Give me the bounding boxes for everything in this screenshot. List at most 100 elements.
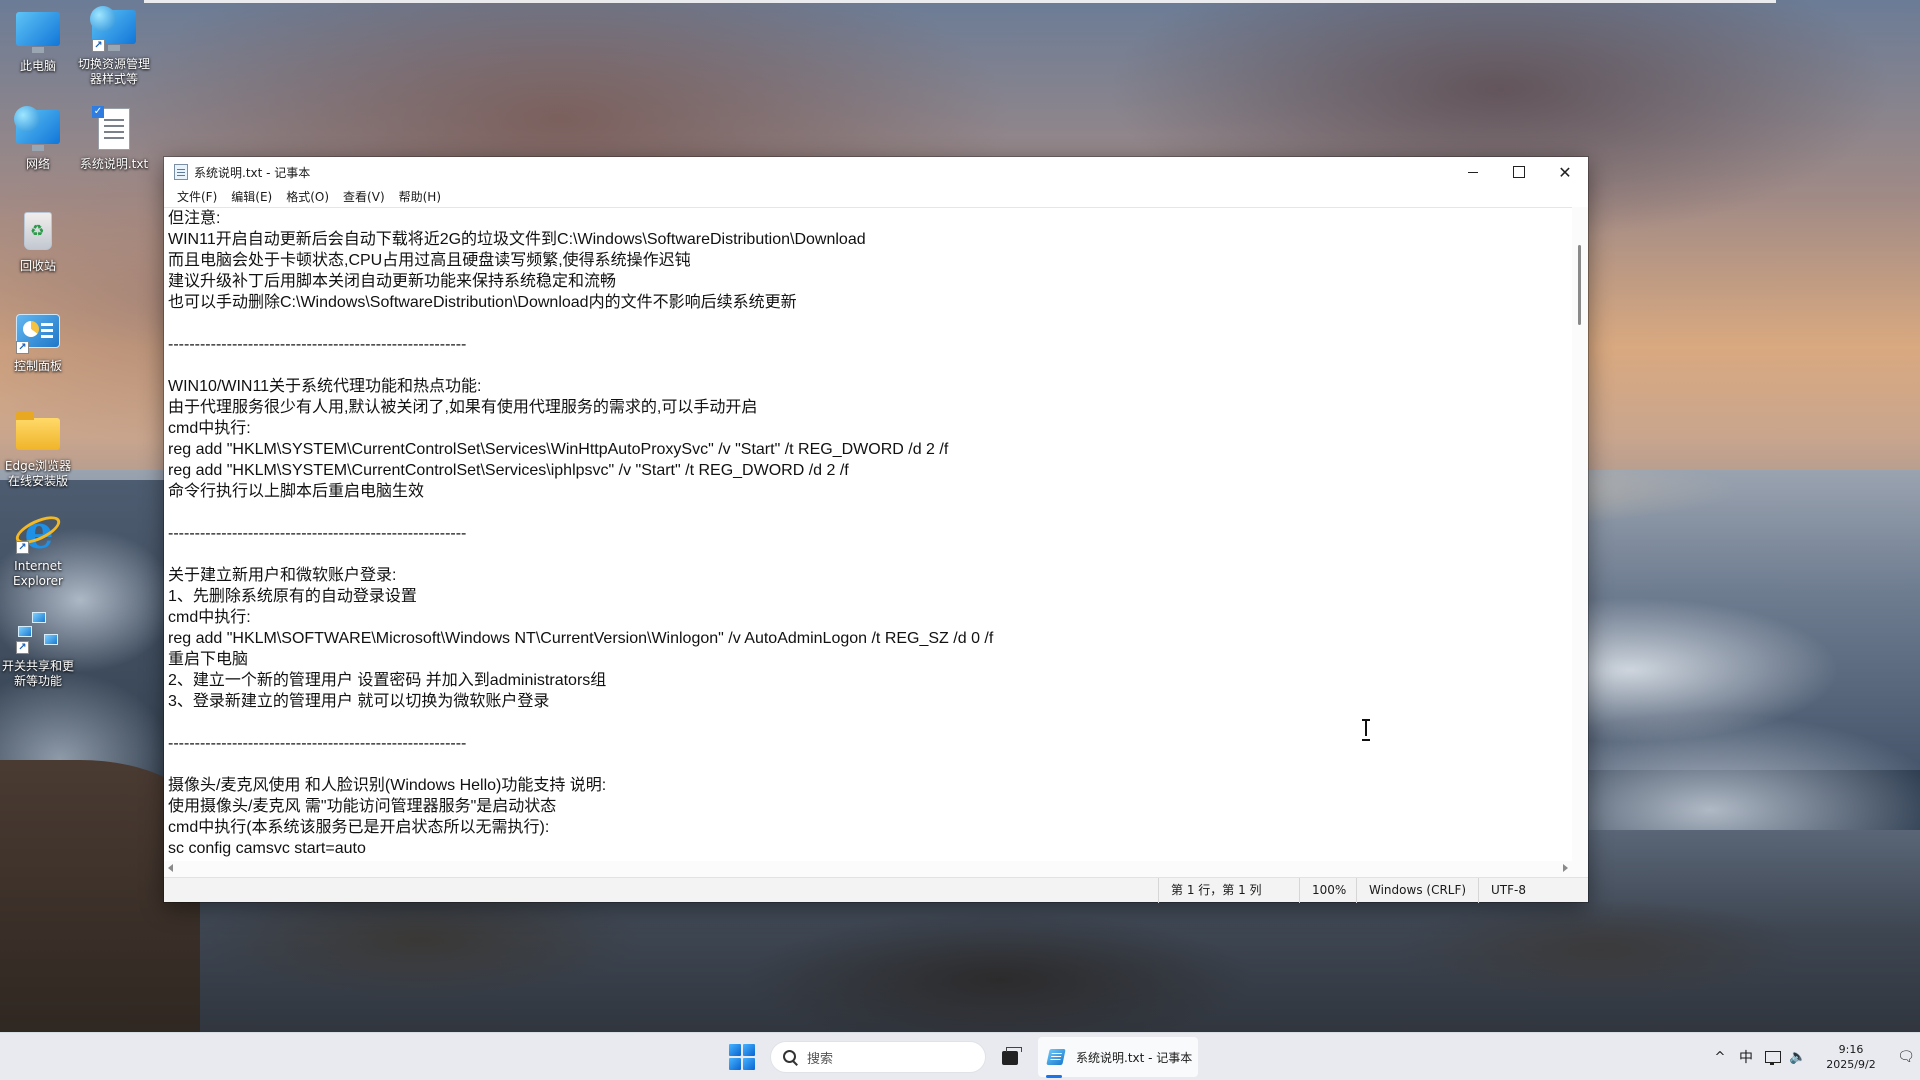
notepad-taskbar-icon bbox=[1046, 1047, 1068, 1067]
editor-line: 关于建立新用户和微软账户登录: bbox=[168, 567, 397, 584]
windows-logo-icon bbox=[729, 1044, 741, 1056]
desktop-icon-label: Internet Explorer bbox=[13, 559, 63, 588]
desktop-icon-label: 开关共享和更新等功能 bbox=[1, 659, 74, 688]
editor-line: 使用摄像头/麦克风 需"功能访问管理器服务"是启动状态 bbox=[168, 798, 557, 815]
title-bar[interactable]: 系统说明.txt - 记事本 ✕ bbox=[164, 157, 1588, 187]
vertical-scrollbar-thumb[interactable] bbox=[1578, 245, 1581, 325]
editor-line: ----------------------------------------… bbox=[168, 336, 467, 353]
clock-date: 2025/9/2 bbox=[1826, 1058, 1876, 1071]
editor-line: 1、先删除系统原有的自动登录设置 bbox=[168, 588, 417, 605]
this-pc-icon bbox=[14, 8, 62, 56]
menu-edit[interactable]: 编辑(E) bbox=[224, 187, 279, 207]
internet-explorer-icon: e ↗ bbox=[12, 508, 64, 556]
horizontal-scrollbar[interactable] bbox=[164, 861, 1572, 877]
status-bar: 第 1 行，第 1 列 100% Windows (CRLF) UTF-8 bbox=[164, 877, 1588, 903]
clock[interactable]: 9:16 2025/9/2 bbox=[1810, 1042, 1892, 1072]
start-button[interactable] bbox=[728, 1043, 756, 1071]
menu-view[interactable]: 查看(V) bbox=[336, 187, 392, 207]
status-cursor-position: 第 1 行，第 1 列 bbox=[1158, 877, 1299, 903]
editor-line: sc config camsvc start=auto bbox=[168, 840, 366, 857]
input-method-indicator[interactable]: 中 bbox=[1732, 1047, 1760, 1067]
editor-line: 也可以手动删除C:\Windows\SoftwareDistribution\D… bbox=[168, 294, 797, 311]
editor-line: 2、建立一个新的管理用户 设置密码 并加入到administrators组 bbox=[168, 672, 607, 689]
desktop-icon-label: 此电脑 bbox=[19, 59, 56, 73]
taskbar-app-notepad[interactable]: 系统说明.txt - 记事本 bbox=[1038, 1037, 1198, 1077]
network-share-icon: ↗ bbox=[14, 608, 62, 656]
menu-bar: 文件(F) 编辑(E) 格式(O) 查看(V) 帮助(H) bbox=[164, 187, 1588, 207]
text-editor-area[interactable]: 但注意: WIN11开启自动更新后会自动下载将近2G的垃圾文件到C:\Window… bbox=[164, 207, 1572, 861]
minimize-button[interactable] bbox=[1450, 157, 1496, 187]
search-icon bbox=[783, 1050, 797, 1064]
editor-content[interactable]: 但注意: WIN11开启自动更新后会自动下载将近2G的垃圾文件到C:\Window… bbox=[164, 208, 1572, 859]
notification-icon[interactable]: 🗨 bbox=[1892, 1049, 1920, 1065]
desktop-icon-label: 网络 bbox=[25, 157, 50, 171]
status-zoom: 100% bbox=[1299, 877, 1356, 903]
status-line-ending: Windows (CRLF) bbox=[1356, 877, 1478, 903]
status-encoding: UTF-8 bbox=[1478, 877, 1588, 903]
menu-help[interactable]: 帮助(H) bbox=[392, 187, 448, 207]
desktop-icon-label: 控制面板 bbox=[13, 359, 62, 373]
notepad-app-icon[interactable] bbox=[174, 164, 188, 180]
scrollbar-corner bbox=[1572, 861, 1588, 877]
menu-file[interactable]: 文件(F) bbox=[170, 187, 224, 207]
editor-line: reg add "HKLM\SYSTEM\CurrentControlSet\S… bbox=[168, 441, 949, 458]
desktop-icon-internet-explorer[interactable]: e ↗ Internet Explorer bbox=[0, 508, 78, 589]
notepad-window: 系统说明.txt - 记事本 ✕ 文件(F) 编辑(E) 格式(O) 查看(V)… bbox=[164, 157, 1588, 903]
editor-line: 命令行执行以上脚本后重启电脑生效 bbox=[168, 483, 425, 500]
menu-format[interactable]: 格式(O) bbox=[279, 187, 336, 207]
desktop-icon-network-share[interactable]: ↗ 开关共享和更新等功能 bbox=[0, 608, 78, 689]
text-file-icon: ✓ bbox=[90, 106, 138, 154]
desktop-icon-label: Edge浏览器在线安装版 bbox=[4, 459, 72, 488]
desktop-icon-explorer-switch[interactable]: ↗ 切换资源管理器样式等 bbox=[74, 6, 154, 87]
wallpaper-top-edge bbox=[144, 0, 1776, 3]
scroll-right-arrow-icon[interactable] bbox=[1563, 864, 1568, 872]
caption-buttons: ✕ bbox=[1450, 157, 1588, 187]
text-cursor-icon bbox=[1362, 719, 1370, 741]
editor-line: 由于代理服务很少有人用,默认被关闭了,如果有使用代理服务的需求的,可以手动开启 bbox=[168, 399, 758, 416]
editor-line: 摄像头/麦克风使用 和人脸识别(Windows Hello)功能支持 说明: bbox=[168, 777, 607, 794]
window-title: 系统说明.txt - 记事本 bbox=[194, 165, 311, 180]
maximize-button[interactable] bbox=[1496, 157, 1542, 187]
control-panel-icon: ↗ bbox=[14, 308, 62, 356]
scroll-left-arrow-icon[interactable] bbox=[168, 864, 173, 872]
editor-line: 但注意: bbox=[168, 210, 221, 227]
editor-line: WIN10/WIN11关于系统代理功能和热点功能: bbox=[168, 378, 482, 395]
editor-line: ----------------------------------------… bbox=[168, 525, 467, 542]
explorer-switch-icon: ↗ bbox=[90, 6, 138, 54]
active-app-indicator bbox=[1046, 1075, 1062, 1078]
desktop-icon-label: 回收站 bbox=[19, 259, 56, 273]
editor-line: 重启下电脑 bbox=[168, 651, 249, 668]
editor-line: 而且电脑会处于卡顿状态,CPU占用过高且硬盘读写频繁,使得系统操作迟钝 bbox=[168, 252, 691, 269]
desktop-icon-text-file[interactable]: ✓ 系统说明.txt bbox=[74, 106, 154, 172]
task-view-icon[interactable] bbox=[1000, 1047, 1022, 1067]
network-icon bbox=[14, 106, 62, 154]
vertical-scrollbar[interactable] bbox=[1572, 207, 1588, 861]
clock-time: 9:16 bbox=[1838, 1043, 1864, 1056]
editor-line: reg add "HKLM\SYSTEM\CurrentControlSet\S… bbox=[168, 462, 849, 479]
volume-icon[interactable]: 🔈 bbox=[1786, 1049, 1810, 1065]
desktop-icon-label: 系统说明.txt bbox=[79, 157, 149, 171]
desktop-icon-edge-folder[interactable]: Edge浏览器在线安装版 bbox=[0, 408, 78, 489]
search-placeholder: 搜索 bbox=[807, 1051, 834, 1067]
folder-icon bbox=[14, 408, 62, 456]
system-tray: ^ 中 🔈 9:16 2025/9/2 🗨 bbox=[1708, 1033, 1920, 1080]
recycle-bin-icon bbox=[14, 208, 62, 256]
editor-line: cmd中执行: bbox=[168, 609, 251, 626]
network-status-icon[interactable] bbox=[1762, 1047, 1786, 1067]
taskbar: 搜索 系统说明.txt - 记事本 ^ 中 🔈 9:16 2025/9/2 🗨 bbox=[0, 1032, 1920, 1080]
editor-line: WIN11开启自动更新后会自动下载将近2G的垃圾文件到C:\Windows\So… bbox=[168, 231, 866, 248]
show-hidden-icons-chevron-icon[interactable]: ^ bbox=[1708, 1050, 1732, 1065]
close-button[interactable]: ✕ bbox=[1542, 157, 1588, 187]
editor-line: 3、登录新建立的管理用户 就可以切换为微软账户登录 bbox=[168, 693, 550, 710]
desktop-icon-recycle-bin[interactable]: 回收站 bbox=[0, 208, 78, 274]
editor-line: reg add "HKLM\SOFTWARE\Microsoft\Windows… bbox=[168, 630, 994, 647]
desktop-icon-control-panel[interactable]: ↗ 控制面板 bbox=[0, 308, 78, 374]
taskbar-search-box[interactable]: 搜索 bbox=[770, 1041, 986, 1073]
desktop-icon-network[interactable]: 网络 bbox=[0, 106, 78, 172]
desktop-icon-label: 切换资源管理器样式等 bbox=[77, 57, 150, 86]
desktop-icon-this-pc[interactable]: 此电脑 bbox=[0, 8, 78, 74]
